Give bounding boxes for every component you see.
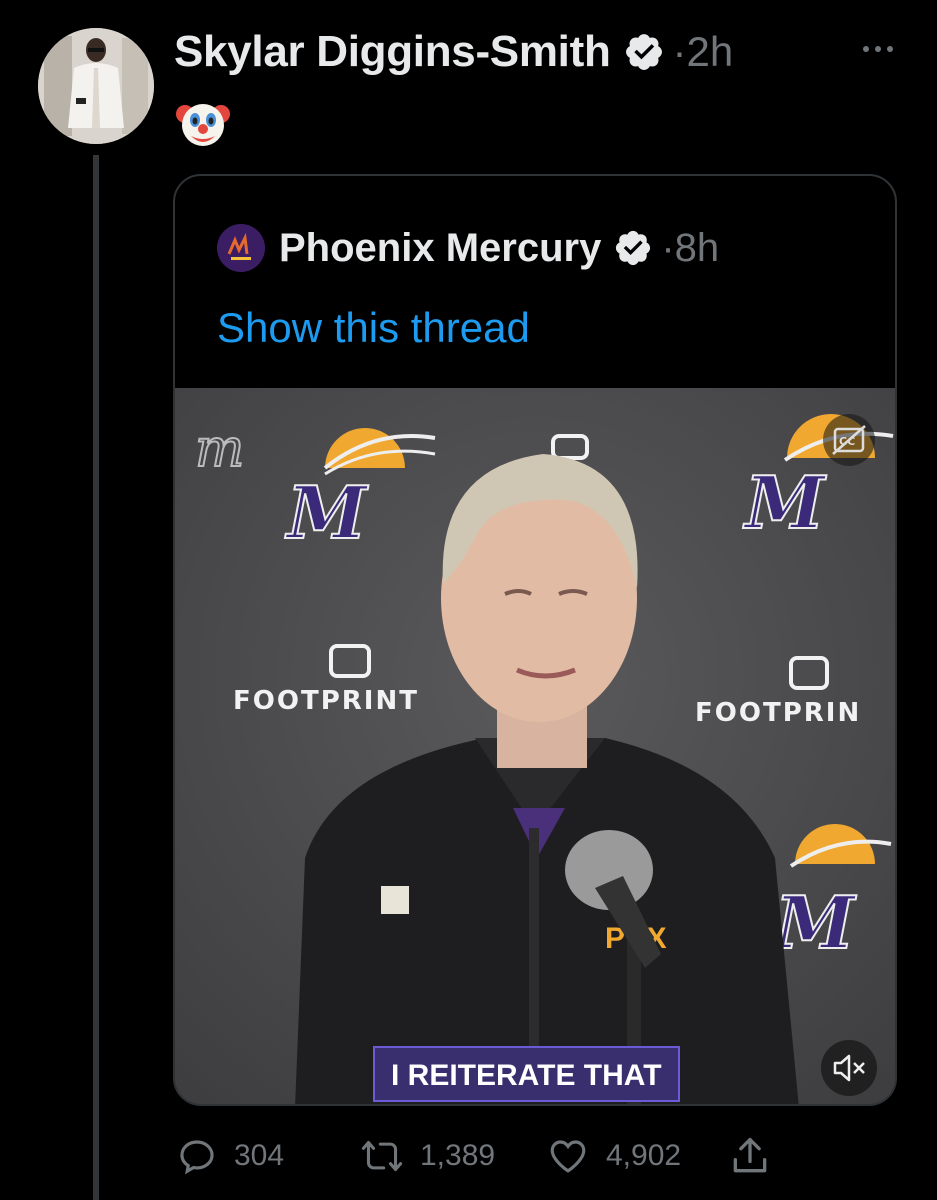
reply-button[interactable]: 304 <box>176 1132 284 1180</box>
reply-icon <box>180 1140 214 1175</box>
mute-icon[interactable] <box>821 1040 877 1096</box>
ring-logo-icon: m <box>194 418 245 480</box>
phoenix-mercury-logo-icon <box>217 224 265 272</box>
more-icon[interactable] <box>858 34 898 64</box>
tweet-header: Skylar Diggins-Smith ·2h <box>174 24 733 80</box>
closed-captions-icon[interactable]: CC <box>823 414 875 466</box>
retweet-button[interactable]: 1,389 <box>360 1132 495 1180</box>
video-frame: M M M m <box>175 388 895 1104</box>
svg-text:m: m <box>195 419 244 479</box>
time-label: 8h <box>674 225 720 270</box>
quoted-header: Phoenix Mercury ·8h <box>217 222 719 274</box>
svg-text:M: M <box>772 880 857 965</box>
retweet-icon <box>361 1140 403 1172</box>
tweet-time[interactable]: ·2h <box>673 28 734 76</box>
thread-line <box>93 155 99 1200</box>
like-count: 4,902 <box>606 1139 682 1172</box>
time-separator: · <box>661 225 675 270</box>
avatar-photo <box>38 28 154 144</box>
video-subtitle: I REITERATE THAT <box>373 1046 680 1102</box>
quoted-avatar[interactable] <box>217 224 265 272</box>
share-button[interactable] <box>728 1132 788 1180</box>
video-player[interactable]: M M M m FOOTPRINT FOOTPRIN I REITERATE T… <box>175 388 895 1104</box>
quoted-author-name[interactable]: Phoenix Mercury <box>279 226 601 271</box>
tweet[interactable]: Skylar Diggins-Smith ·2h Phoenix Mercury… <box>0 0 937 1200</box>
retweet-count: 1,389 <box>420 1139 496 1172</box>
share-icon <box>733 1137 767 1173</box>
clown-face-icon <box>176 104 230 146</box>
footprint-banner: FOOTPRINT <box>233 686 419 716</box>
tweet-text-emoji <box>176 96 230 150</box>
svg-text:M: M <box>284 470 369 555</box>
heart-icon <box>550 1140 586 1173</box>
quoted-time[interactable]: ·8h <box>661 226 719 271</box>
time-label: 2h <box>686 28 734 75</box>
like-button[interactable]: 4,902 <box>546 1132 681 1180</box>
quoted-tweet[interactable]: Phoenix Mercury ·8h Show this thread M M… <box>173 174 897 1106</box>
author-name[interactable]: Skylar Diggins-Smith <box>174 27 611 77</box>
time-separator: · <box>672 28 687 75</box>
verified-badge-icon <box>613 228 653 268</box>
show-thread-link[interactable]: Show this thread <box>217 304 530 352</box>
tweet-actions: 304 1,389 4,902 <box>176 1132 796 1180</box>
verified-badge-icon <box>623 31 665 73</box>
footprint-banner: FOOTPRIN <box>695 698 862 728</box>
author-avatar[interactable] <box>38 28 154 144</box>
svg-text:M: M <box>742 460 827 545</box>
reply-count: 304 <box>234 1139 285 1172</box>
